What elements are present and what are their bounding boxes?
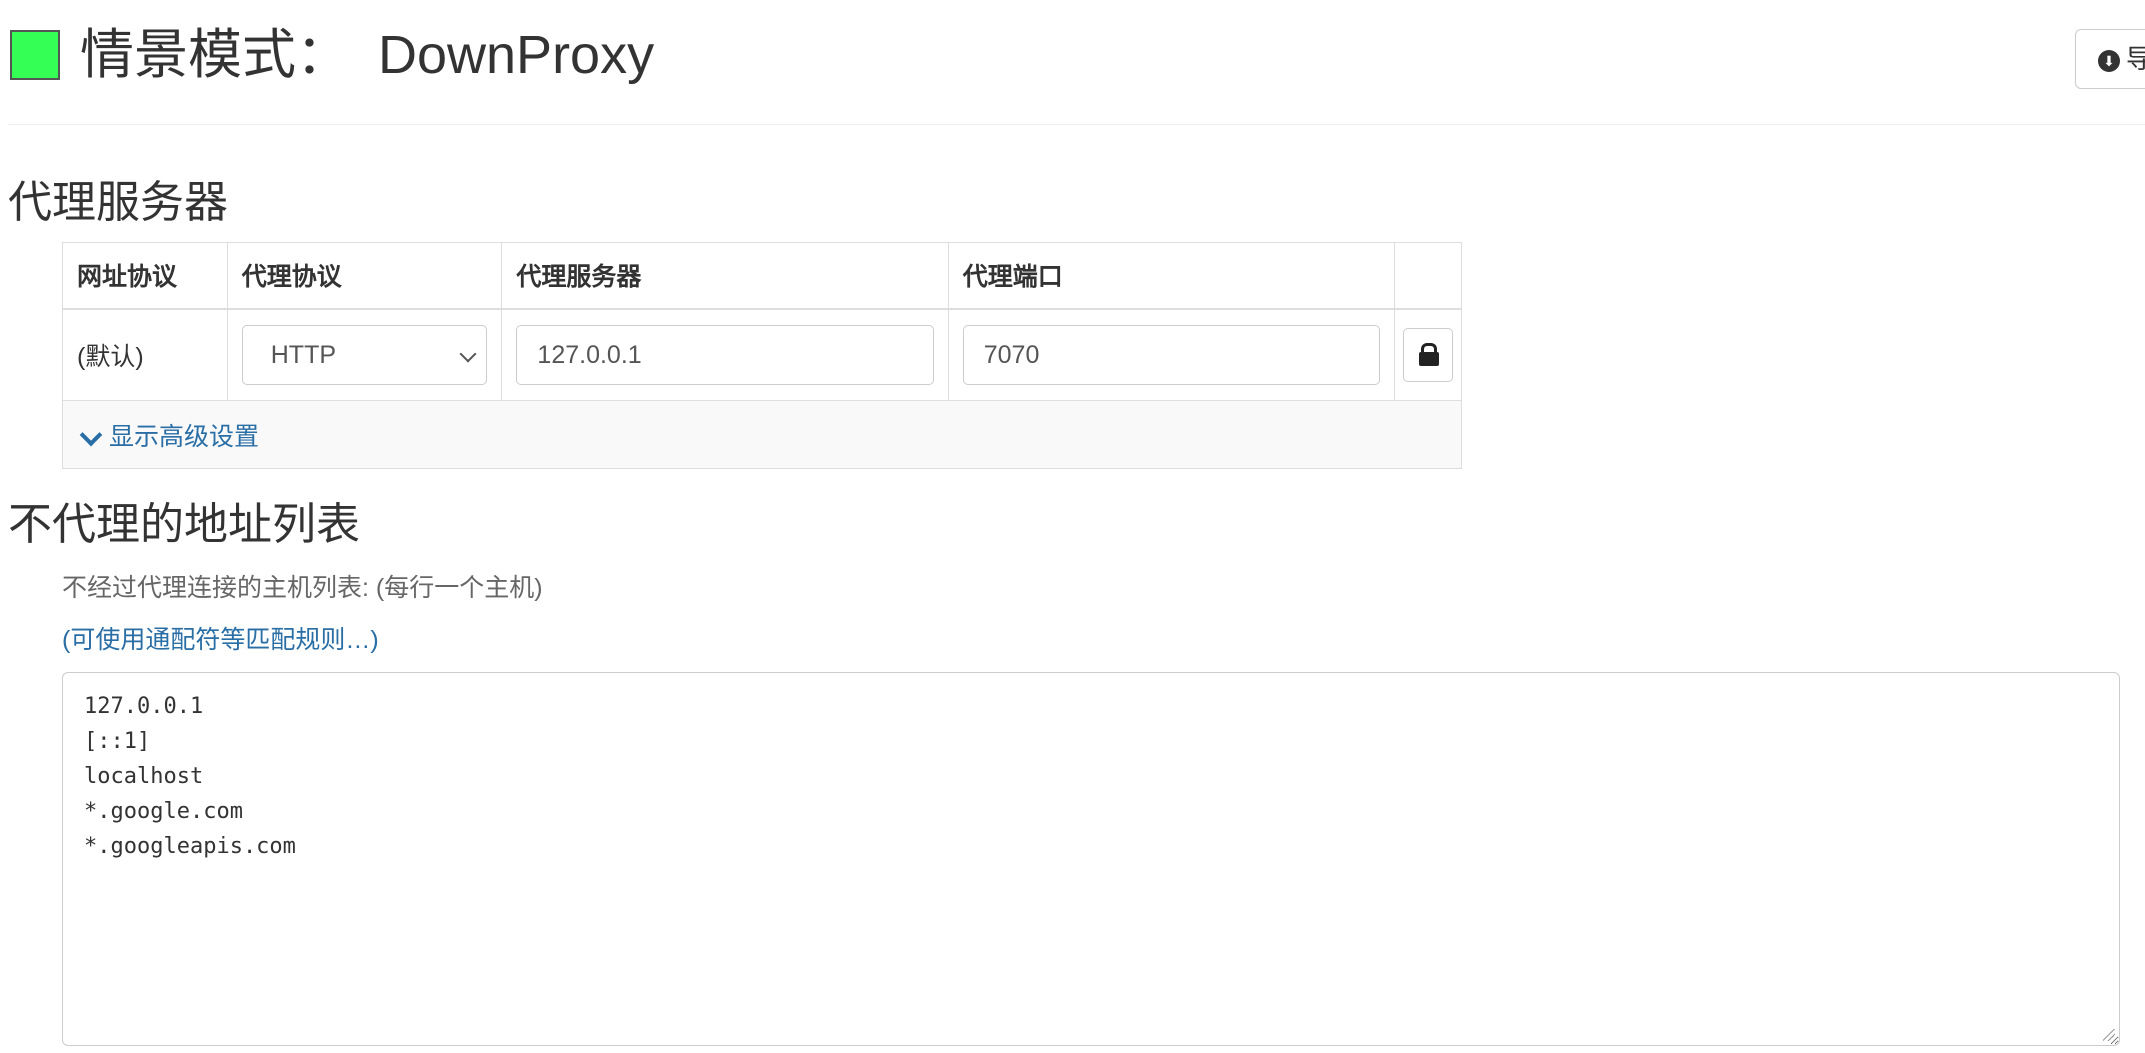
bypass-line: *.google.com bbox=[84, 799, 243, 824]
auth-lock-button[interactable] bbox=[1402, 327, 1453, 382]
scheme-cell: (默认) bbox=[62, 308, 228, 401]
proxy-servers-heading: 代理服务器 bbox=[8, 178, 228, 227]
server-input[interactable]: 127.0.0.1 bbox=[516, 324, 934, 385]
resize-grip-icon[interactable] bbox=[2103, 1029, 2115, 1041]
chevron-down-icon bbox=[459, 345, 477, 363]
profile-name: DownProxy bbox=[378, 25, 655, 85]
bypass-line: *.googleapis.com bbox=[84, 834, 296, 859]
page-title-label: 情景模式： bbox=[80, 25, 350, 85]
protocol-select[interactable]: HTTP bbox=[241, 324, 488, 385]
proxy-servers-table: 网址协议 代理协议 代理服务器 代理端口 (默认) HTTP 127.0.0.1… bbox=[62, 242, 1463, 469]
bypass-line: localhost bbox=[84, 764, 204, 789]
protocol-cell: HTTP bbox=[226, 308, 503, 401]
options-page: 情景模式： DownProxy ⬇ 导 代理服务器 网址协议 代理协议 代理服务器 … bbox=[0, 0, 2145, 1053]
advanced-settings-cell: 显示高级设置 bbox=[62, 400, 1462, 469]
port-cell: 7070 bbox=[947, 308, 1395, 401]
protocol-select-value: HTTP bbox=[270, 340, 337, 369]
header-divider bbox=[8, 124, 2145, 125]
export-button-label: 导 bbox=[2126, 44, 2145, 74]
show-advanced-link[interactable]: 显示高级设置 bbox=[77, 423, 259, 451]
profile-color-swatch[interactable] bbox=[10, 30, 60, 80]
column-header-protocol: 代理协议 bbox=[226, 242, 503, 310]
bypass-line: 127.0.0.1 bbox=[84, 694, 204, 719]
page-title: 情景模式： DownProxy bbox=[80, 22, 654, 88]
bypass-line: [::1] bbox=[84, 729, 151, 754]
bypass-help-text: 不经过代理连接的主机列表: (每行一个主机) bbox=[62, 574, 543, 602]
auth-cell bbox=[1393, 308, 1463, 401]
column-header-scheme: 网址协议 bbox=[62, 242, 228, 310]
export-button[interactable]: ⬇ 导 bbox=[2075, 29, 2145, 89]
chevron-down-icon bbox=[79, 423, 103, 447]
column-header-server: 代理服务器 bbox=[501, 242, 949, 310]
download-circle-icon: ⬇ bbox=[2098, 50, 2120, 73]
show-advanced-label: 显示高级设置 bbox=[109, 422, 260, 451]
advanced-settings-row: 显示高级设置 bbox=[62, 400, 1462, 469]
table-header-row: 网址协议 代理协议 代理服务器 代理端口 bbox=[62, 242, 1463, 310]
wildcard-rules-link[interactable]: (可使用通配符等匹配规则…) bbox=[62, 620, 379, 656]
bypass-list-textarea[interactable]: 127.0.0.1 [::1] localhost *.google.com *… bbox=[62, 672, 2120, 1046]
server-cell: 127.0.0.1 bbox=[501, 308, 949, 401]
column-header-port: 代理端口 bbox=[947, 242, 1395, 310]
port-input[interactable]: 7070 bbox=[962, 324, 1380, 385]
column-header-actions bbox=[1393, 242, 1463, 310]
bypass-list-heading: 不代理的地址列表 bbox=[8, 500, 360, 549]
table-row: (默认) HTTP 127.0.0.1 7070 bbox=[62, 308, 1463, 401]
